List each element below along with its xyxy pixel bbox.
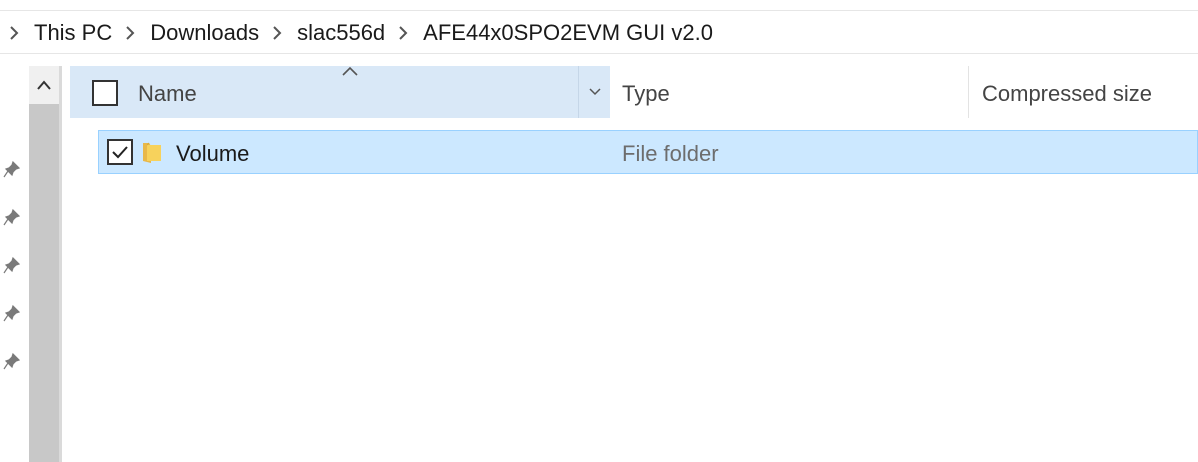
column-header-name[interactable]: Name xyxy=(70,66,610,118)
breadcrumb-item-current-folder[interactable]: AFE44x0SPO2EVM GUI v2.0 xyxy=(419,20,717,46)
breadcrumb: This PC Downloads slac556d AFE44x0SPO2EV… xyxy=(0,12,1198,54)
column-filter-dropdown[interactable] xyxy=(578,66,610,118)
pin-icon[interactable] xyxy=(3,160,21,178)
breadcrumb-item-this-pc[interactable]: This PC xyxy=(30,20,116,46)
breadcrumb-item-slac556d[interactable]: slac556d xyxy=(293,20,389,46)
breadcrumb-item-downloads[interactable]: Downloads xyxy=(146,20,263,46)
folder-icon xyxy=(141,139,163,165)
file-name: Volume xyxy=(176,141,250,166)
column-name-label: Name xyxy=(138,81,197,106)
column-divider[interactable] xyxy=(968,66,969,118)
top-divider xyxy=(0,10,1198,11)
chevron-right-icon[interactable] xyxy=(267,23,287,43)
column-header-type[interactable]: Type xyxy=(622,81,670,107)
pin-icon[interactable] xyxy=(3,352,21,370)
row-checkbox[interactable] xyxy=(107,139,133,165)
pin-icon[interactable] xyxy=(3,304,21,322)
column-header: Name Type Compressed size xyxy=(70,66,1198,118)
scroll-up-button[interactable] xyxy=(29,66,59,104)
chevron-right-icon[interactable] xyxy=(393,23,413,43)
sort-ascending-icon xyxy=(341,64,359,76)
pin-icon[interactable] xyxy=(3,256,21,274)
quick-access-pins xyxy=(0,55,28,462)
pin-icon[interactable] xyxy=(3,208,21,226)
chevron-right-icon[interactable] xyxy=(120,23,140,43)
file-type: File folder xyxy=(622,141,719,166)
breadcrumb-expand-icon[interactable] xyxy=(4,23,24,43)
file-row-volume[interactable]: Volume File folder xyxy=(98,130,1198,174)
select-all-checkbox[interactable] xyxy=(92,80,118,106)
column-header-compressed-size[interactable]: Compressed size xyxy=(982,81,1152,107)
nav-pane-scrollbar[interactable] xyxy=(29,66,62,462)
